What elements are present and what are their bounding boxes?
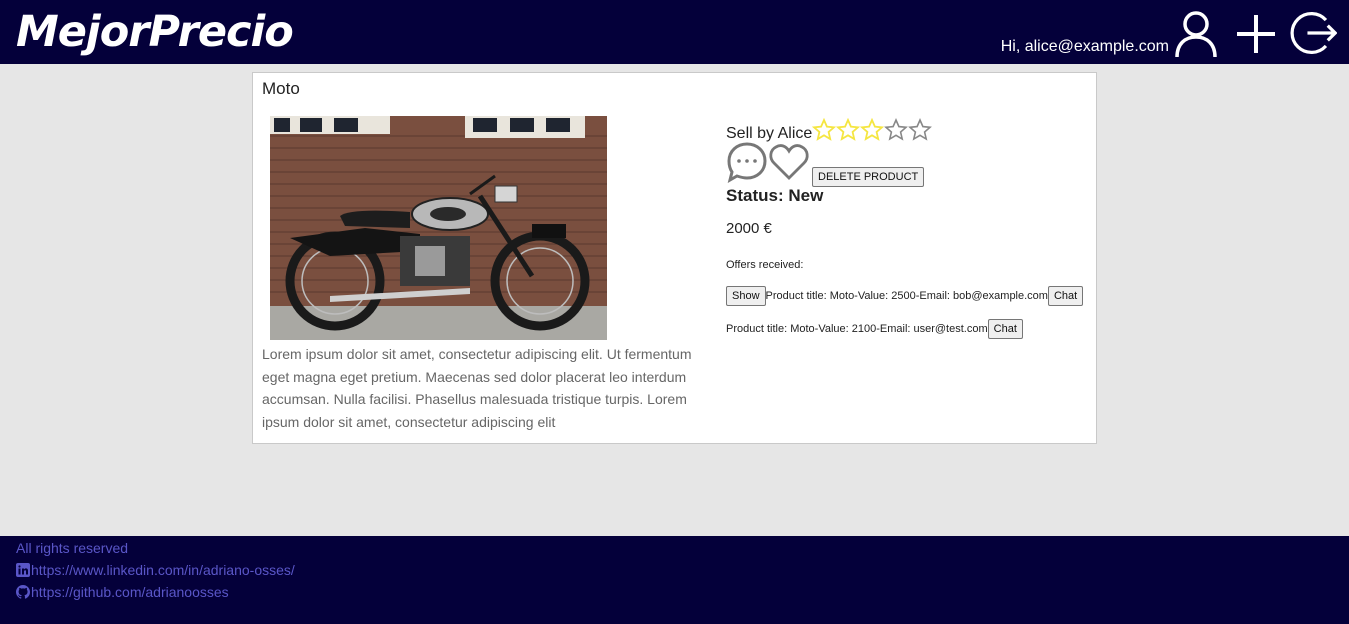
star-filled-icon[interactable] [860,117,885,142]
chat-button[interactable]: Chat [1047,286,1084,306]
product-description: Lorem ipsum dolor sit amet, consectetur … [262,346,692,430]
product-title: Moto [262,79,300,98]
product-status: Status: New [726,186,824,205]
top-header: MejorPrecio Hi, alice@example.com [0,0,1349,64]
linkedin-link-row: https://www.linkedin.com/in/adriano-osse… [16,562,295,578]
product-price: 2000 € [726,220,772,237]
offer-row: Product title: Moto-Value: 2100-Email: u… [726,319,1023,339]
page-footer: All rights reserved https://www.linkedin… [0,536,1349,624]
user-greeting: Hi, alice@example.com [1000,38,1169,55]
plus-icon[interactable] [1232,8,1280,58]
offers-label: Offers received: [726,259,804,271]
rights-text: All rights reserved [16,540,129,556]
star-empty-icon[interactable] [908,118,933,142]
heart-icon[interactable] [768,141,810,187]
star-filled-icon[interactable] [836,117,861,142]
delete-product-button[interactable]: DELETE PRODUCT [812,167,925,187]
github-icon [16,585,30,599]
site-logo[interactable]: MejorPrecio [16,4,294,60]
star-filled-icon[interactable] [812,117,837,142]
chat-bubble-icon[interactable] [726,141,768,187]
show-offers-button[interactable]: Show [726,286,766,306]
offer-text: Product title: Moto-Value: 2500-Email: b… [765,290,1048,302]
linkedin-icon [16,563,30,577]
offer-text: Product title: Moto-Value: 2100-Email: u… [726,323,988,335]
github-link[interactable]: https://github.com/adrianoosses [31,584,229,600]
logout-icon[interactable] [1289,8,1338,58]
user-icon[interactable] [1172,8,1220,58]
product-card: Moto Lorem ipsum dolor sit amet, consect… [252,72,1097,444]
star-empty-icon[interactable] [884,118,909,142]
seller-info: Sell by Alice [726,117,933,143]
product-actions: DELETE PRODUCT [726,141,925,187]
chat-button[interactable]: Chat [987,319,1023,339]
offer-row: Show Product title: Moto-Value: 2500-Ema… [726,286,1084,306]
linkedin-link[interactable]: https://www.linkedin.com/in/adriano-osse… [31,562,295,578]
github-link-row: https://github.com/adrianoosses [16,584,229,600]
product-image [270,116,607,340]
